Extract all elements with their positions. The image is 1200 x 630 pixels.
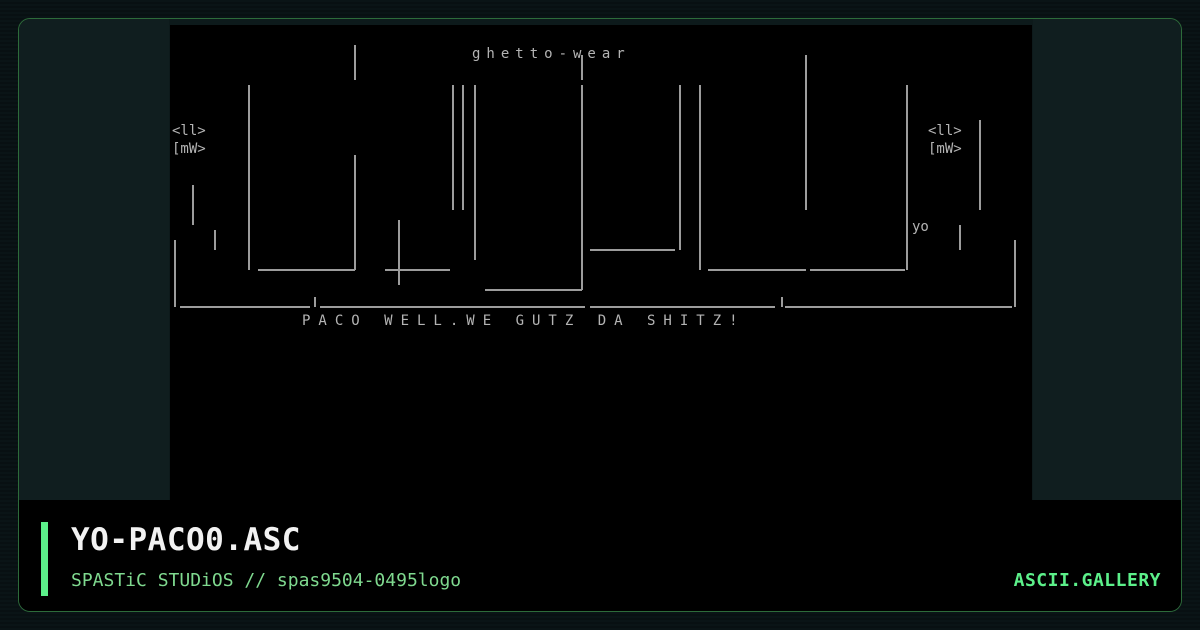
- ascii-art-drawing: ghetto-wear <ll> [mW> <ll> [mW> yo PACO …: [172, 45, 1016, 329]
- art-left-tag-2: [mW>: [172, 141, 206, 157]
- card-footer: YO-PACO0.ASC SPASTiC STUDiOS // spas9504…: [19, 500, 1181, 611]
- accent-bar: [41, 522, 48, 596]
- site-brand[interactable]: ASCII.GALLERY: [1014, 570, 1161, 591]
- art-left-tag: <ll>: [172, 123, 206, 139]
- art-right-tag-2: [mW>: [928, 141, 962, 157]
- file-title: YO-PACO0.ASC: [71, 522, 301, 558]
- file-subtitle: SPASTiC STUDiOS // spas9504-0495logo: [71, 570, 462, 591]
- ascii-art-preview: ghetto-wear <ll> [mW> <ll> [mW> yo PACO …: [170, 25, 1032, 501]
- art-header-text: ghetto-wear: [472, 46, 631, 62]
- gallery-card: ghetto-wear <ll> [mW> <ll> [mW> yo PACO …: [18, 18, 1182, 612]
- art-bottom-text: PACO WELL.WE GUTZ DA SHITZ!: [302, 313, 746, 329]
- art-yo-tag: yo: [912, 219, 929, 235]
- art-right-tag: <ll>: [928, 123, 962, 139]
